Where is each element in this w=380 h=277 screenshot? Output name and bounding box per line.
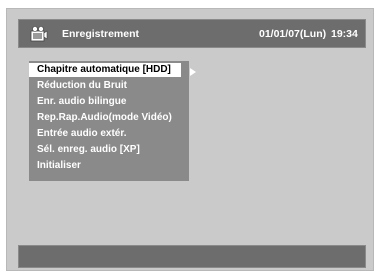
menu-item-initialiser[interactable]: Initialiser [29, 159, 189, 173]
menu-item-sel-enreg-audio[interactable]: Sél. enreg. audio [XP] [29, 143, 189, 157]
header-bar: Enregistrement 01/01/07(Lun) 19:34 [18, 19, 366, 48]
status-bar [18, 245, 366, 268]
menu-item-chapitre-automatique[interactable]: Chapitre automatique [HDD] [29, 63, 181, 77]
recording-menu: Chapitre automatique [HDD] Réduction du … [29, 61, 189, 181]
osd-screen: Enregistrement 01/01/07(Lun) 19:34 Chapi… [6, 8, 374, 271]
submenu-arrow-icon [190, 68, 196, 76]
menu-item-reduction-bruit[interactable]: Réduction du Bruit [29, 79, 189, 93]
time-display: 19:34 [331, 28, 358, 40]
menu-item-rep-rap-audio[interactable]: Rep.Rap.Audio(mode Vidéo) [29, 111, 189, 125]
date-display: 01/01/07(Lun) [259, 28, 327, 40]
page-title: Enregistrement [62, 28, 140, 40]
menu-item-enr-audio-bilingue[interactable]: Enr. audio bilingue [29, 95, 189, 109]
menu-item-entree-audio-exter[interactable]: Entrée audio extér. [29, 127, 189, 141]
recording-setup-icon [29, 24, 49, 44]
